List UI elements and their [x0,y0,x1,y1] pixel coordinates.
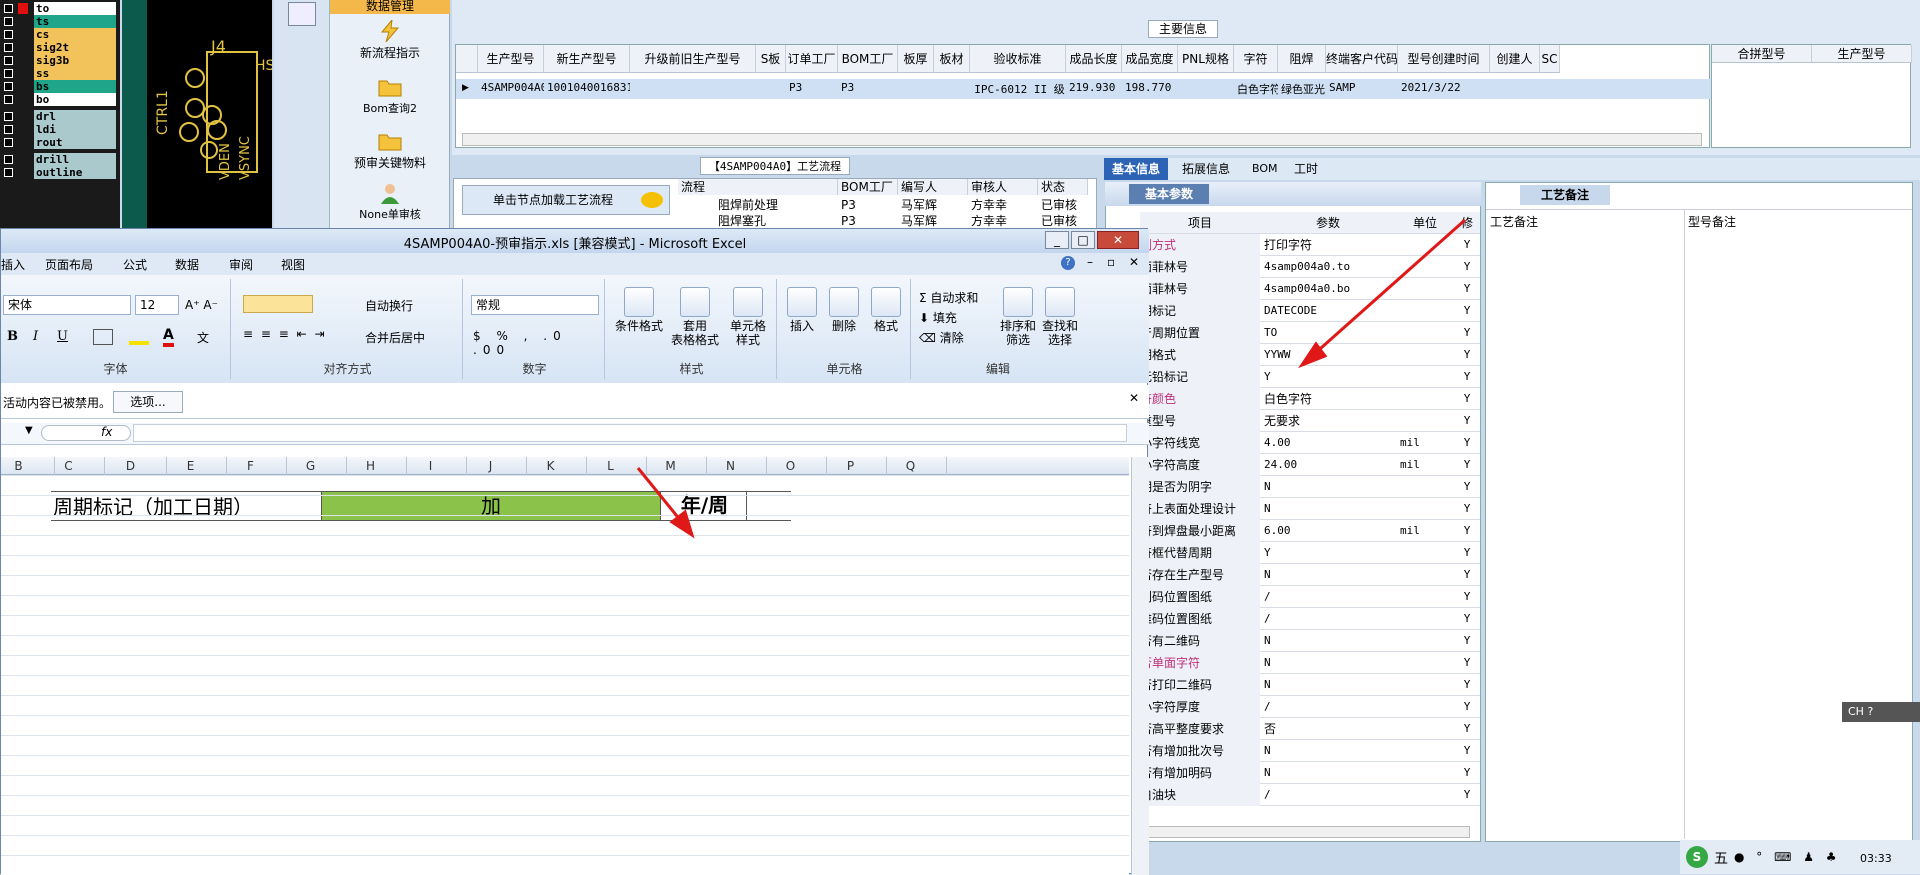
ime-label: CH [1848,705,1864,718]
ime-mode[interactable]: 五 [1714,848,1728,868]
annotation-arrows [636,218,1466,539]
help-icon: ? [1867,705,1874,718]
tray-icons[interactable]: ● ° ⌨ ♟ ♣ [1734,850,1841,864]
arrow-line [1311,218,1466,358]
system-tray: S 五 ● ° ⌨ ♟ ♣ 03:33 [1680,840,1920,874]
ime-indicator[interactable]: CH ? [1842,702,1920,722]
sogou-icon[interactable]: S [1686,846,1708,868]
clock: 03:33 [1860,852,1892,865]
